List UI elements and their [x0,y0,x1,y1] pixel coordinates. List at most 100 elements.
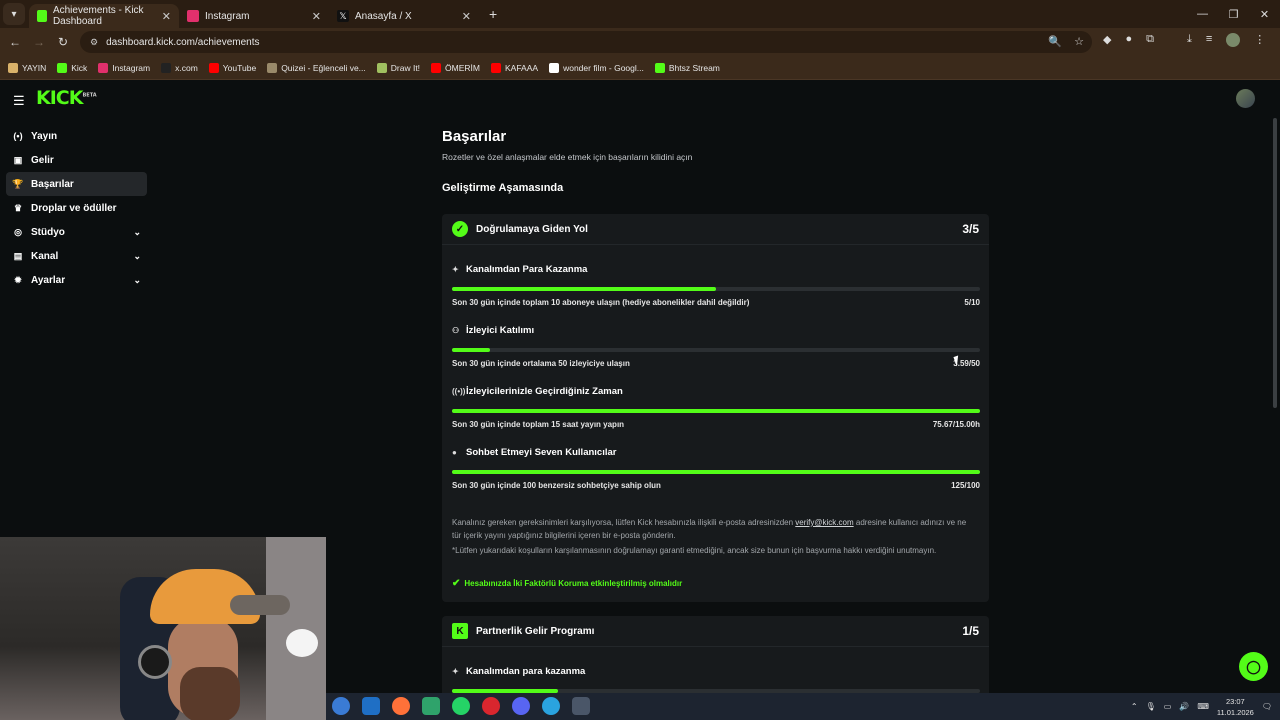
new-tab-icon[interactable]: + [489,6,497,22]
menu-kebab-icon[interactable]: ⋮ [1254,33,1265,47]
sparkle-icon: ✦ [452,667,459,676]
bookmark-label: wonder film - Googl... [563,62,644,73]
bookmark-item[interactable]: YouTube [208,62,256,73]
support-chat-button[interactable]: ◯ [1239,652,1268,681]
main-heading: Başarılar Rozetler ve özel anlaşmalar el… [442,128,990,194]
page-title: Başarılar [442,128,507,145]
sidebar-item[interactable]: ◎ Stüdyo ⌄ [6,220,147,244]
keyboard-icon[interactable]: ⌨ [1197,702,1209,711]
requirement-desc-row: Son 30 gün içinde ortalama 50 izleyiciye… [452,359,980,368]
taskbar-clock[interactable]: 23:07 11.01.2026 [1217,696,1254,718]
kick-badge-icon: K [452,623,468,639]
kick-icon [57,62,68,73]
sidebar-item[interactable]: ♛ Droplar ve ödüller [6,196,147,220]
whatsapp-icon[interactable] [452,697,470,715]
kick-logo[interactable]: KICKBETA [36,87,97,109]
app-icon[interactable] [422,697,440,715]
extension-icon[interactable]: ● [1125,33,1132,46]
requirement-title-row: ⚇ İzleyici Katılımı [452,325,980,336]
close-icon[interactable]: ✕ [312,10,321,23]
zoom-icon[interactable]: 🔍 [1048,35,1062,48]
telegram-icon[interactable] [542,697,560,715]
window-controls: — ❐ ✕ [1187,0,1280,28]
page-scrollbar[interactable] [1273,118,1277,408]
bookmark-label: ÖMERİM [445,62,480,73]
bookmark-item[interactable]: x.com [161,62,198,73]
studio-icon: ◎ [14,226,22,237]
close-window-icon[interactable]: ✕ [1249,8,1280,21]
bookmark-item[interactable]: wonder film - Googl... [549,62,644,73]
network-icon[interactable]: ▭ [1164,702,1172,711]
tab-instagram[interactable]: Instagram ✕ [179,4,329,28]
address-bar[interactable]: ⚙ dashboard.kick.com/achievements 🔍 ☆ [80,31,1092,53]
bookmark-label: YAYIN [22,62,47,73]
firefox-icon[interactable] [392,697,410,715]
bookmark-item[interactable]: Instagram [98,62,150,73]
quizei-icon [267,62,278,73]
discord-icon[interactable] [512,697,530,715]
verify-email-link[interactable]: verify@kick.com [795,518,853,527]
bookmark-item[interactable]: Draw It! [376,62,420,73]
sidebar-item[interactable]: ▤ Kanal ⌄ [6,244,147,268]
requirement-item: ✦ Kanalımdan para kazanma [452,666,980,693]
chevron-down-icon[interactable]: ⌄ [133,251,141,262]
sidebar-item[interactable]: ✹ Ayarlar ⌄ [6,268,147,292]
sidebar-item-label: Stüdyo [31,226,65,238]
close-icon[interactable]: ✕ [462,10,471,23]
viewers-icon: ⚇ [452,326,460,335]
minimize-icon[interactable]: — [1187,8,1218,20]
browser-tabstrip: ▾ Achievements - Kick Dashboard ✕ Instag… [0,0,1280,28]
chrome-active-icon[interactable] [572,697,590,715]
restore-icon[interactable]: ❐ [1218,8,1249,21]
sidebar-item[interactable]: (•) Yayın [6,124,147,148]
hamburger-menu-icon[interactable]: ☰ [13,93,25,109]
progress-fill [452,287,716,291]
requirement-value: 125/100 [951,481,980,490]
url-text: dashboard.kick.com/achievements [106,36,260,48]
opera-icon[interactable] [482,697,500,715]
forward-icon[interactable]: → [27,35,51,49]
tab-kick-dashboard[interactable]: Achievements - Kick Dashboard ✕ [29,4,179,28]
notifications-icon[interactable]: 🗨 [1262,702,1272,711]
outlook-icon[interactable] [362,697,380,715]
bookmark-item[interactable]: KAFAAA [491,62,538,73]
bookmark-item[interactable]: Quizei - Eğlenceli ve... [267,62,366,73]
system-tray: ⌃ 🎙 ▭ 🔊 ⌨ 23:07 11.01.2026 🗨 [1131,693,1272,720]
download-icon[interactable]: ⤓ [1187,33,1192,47]
volume-icon[interactable]: 🔊 [1179,702,1189,711]
channel-icon: ▤ [13,250,23,261]
profile-avatar-icon[interactable] [1226,33,1241,47]
webcam-overlay [0,537,326,720]
close-icon[interactable]: ✕ [162,10,171,23]
microphone-icon[interactable]: 🎙 [1146,702,1156,711]
youtube-icon [208,62,219,73]
reading-list-icon[interactable]: ≡ [1206,33,1212,47]
instagram-icon [98,62,109,73]
requirement-description: Son 30 gün içinde toplam 10 aboneye ulaş… [452,298,750,307]
requirement-item: ● Sohbet Etmeyi Seven Kullanıcılar Son 30 … [452,447,980,490]
extensions-puzzle-icon[interactable]: ⧉ [1146,33,1154,46]
sidebar-item[interactable]: ▣ Gelir [6,148,147,172]
bookmark-item[interactable]: Kick [57,62,88,73]
bookmark-label: Kick [71,62,88,73]
tray-chevron-icon[interactable]: ⌃ [1131,702,1138,711]
back-icon[interactable]: ← [3,35,27,49]
bookmark-item[interactable]: ÖMERİM [431,62,480,73]
bookmark-star-icon[interactable]: ☆ [1074,35,1084,48]
broadcast-icon: (•) [13,131,23,141]
chrome-icon[interactable] [332,697,350,715]
bookmark-item[interactable]: Bhtsz Stream [654,62,720,73]
bookmark-item[interactable]: YAYIN [8,62,47,73]
chevron-down-icon[interactable]: ⌄ [133,227,141,238]
sidebar: (•) Yayın ▣ Gelir 🏆 Başarılar ♛ Droplar ve ödül… [6,124,147,292]
reload-icon[interactable]: ↻ [51,35,75,49]
site-info-icon[interactable]: ⚙ [90,37,98,48]
chevron-down-icon[interactable]: ⌄ [133,275,141,286]
sidebar-item[interactable]: 🏆 Başarılar [6,172,147,196]
requirement-description: Son 30 gün içinde toplam 15 saat yayın y… [452,420,625,429]
tab-search-icon[interactable]: ▾ [3,3,25,25]
clock-date: 11.01.2026 [1216,707,1254,717]
extension-icon[interactable]: ◆ [1103,33,1111,46]
tab-x[interactable]: 𝕏 Anasayfa / X ✕ [329,4,479,28]
user-avatar[interactable] [1236,89,1255,108]
